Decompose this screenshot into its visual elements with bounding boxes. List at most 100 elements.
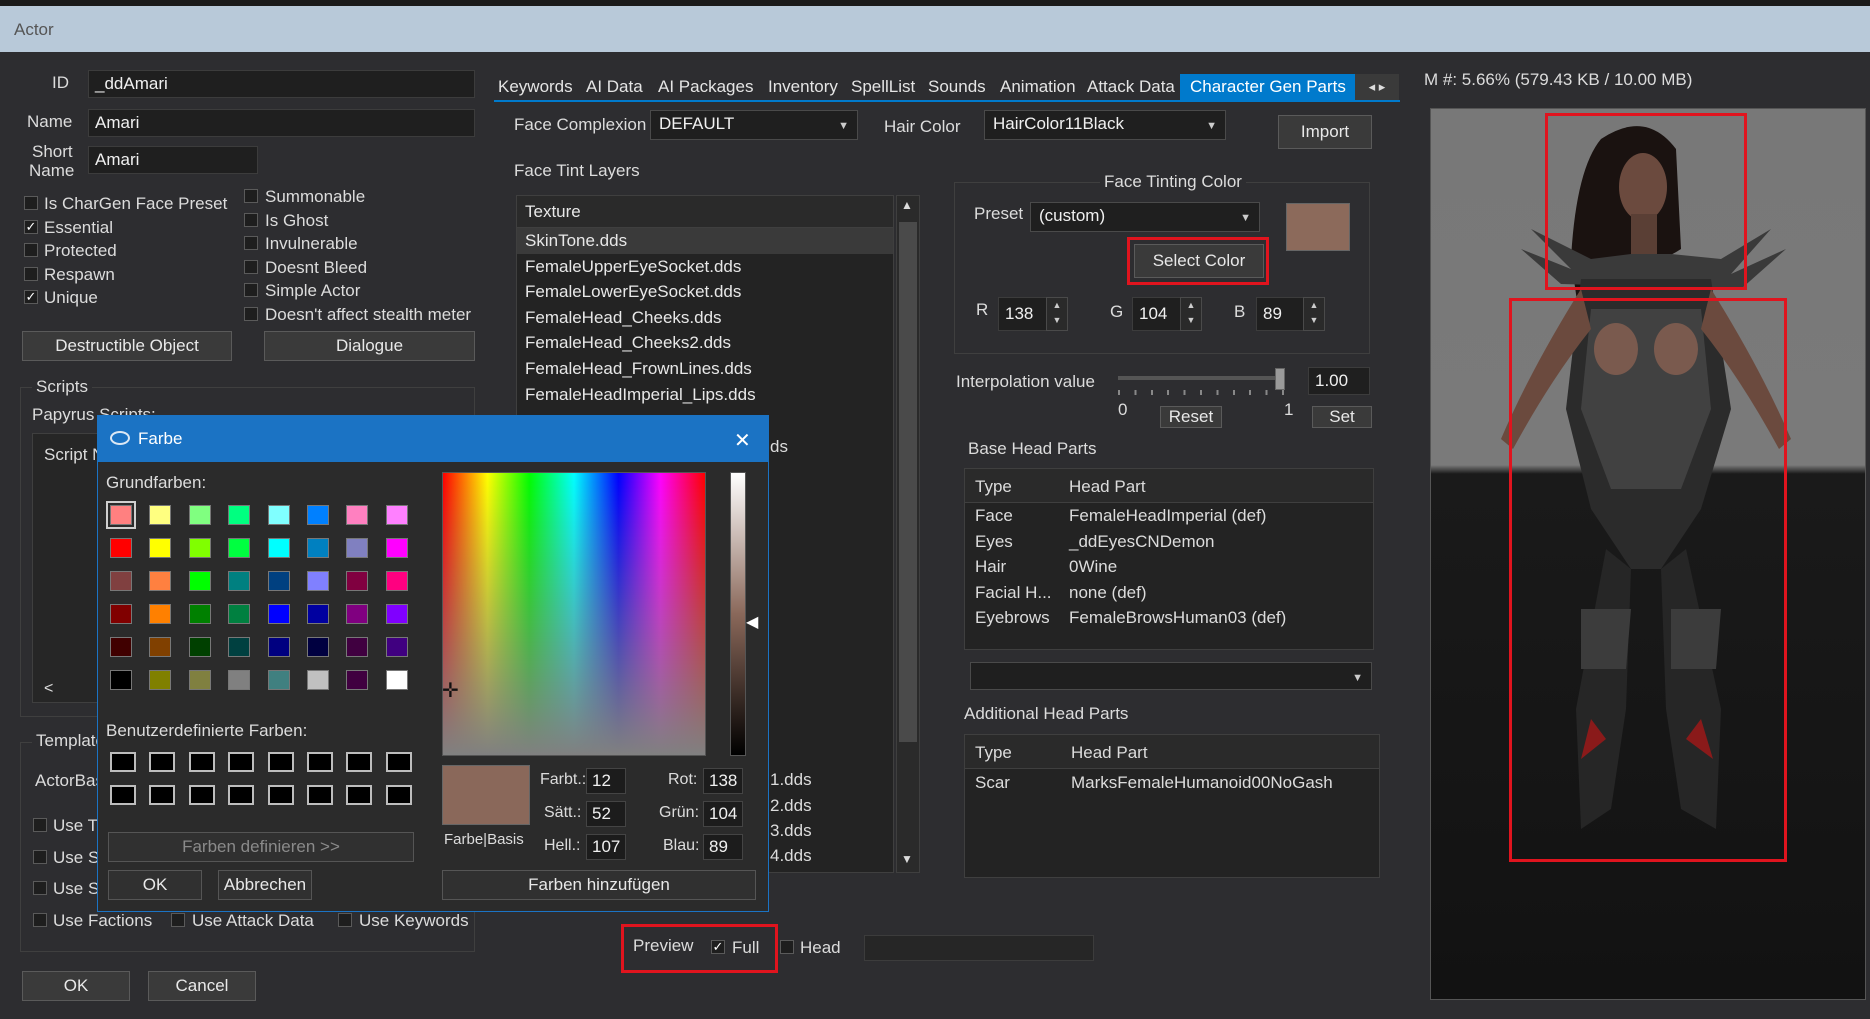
import-button[interactable]: Import (1278, 115, 1372, 149)
preview-viewport[interactable] (1430, 108, 1866, 1000)
scripts-list[interactable] (32, 433, 102, 703)
table-row[interactable]: Eyes _ddEyesCNDemon (965, 529, 1373, 555)
b-spinner[interactable]: ▲ ▼ (1303, 297, 1325, 331)
r-spinner[interactable]: ▲ ▼ (1046, 297, 1068, 331)
texture-row[interactable]: FemaleHead_Cheeks.dds (517, 305, 893, 331)
basic-color-swatch[interactable] (149, 604, 172, 624)
full-checkbox[interactable]: ✓ (711, 940, 725, 954)
g-spinner[interactable]: ▲ ▼ (1180, 297, 1202, 331)
custom-color-swatch[interactable] (307, 752, 333, 772)
table-row[interactable]: Eyebrows FemaleBrowsHuman03 (def) (965, 605, 1373, 631)
basic-color-swatch[interactable] (110, 670, 132, 690)
use-attack-data-checkbox[interactable] (171, 913, 185, 927)
tint-color-preview[interactable] (1286, 203, 1350, 251)
reset-button[interactable]: Reset (1160, 406, 1222, 428)
basic-color-swatch[interactable] (346, 670, 369, 690)
tab-inventory[interactable]: Inventory (768, 74, 838, 100)
scroll-down-icon[interactable]: ▼ (901, 852, 913, 866)
interpolation-field[interactable]: 1.00 (1308, 367, 1370, 395)
custom-color-swatch[interactable] (267, 752, 294, 772)
custom-color-swatch[interactable] (385, 785, 412, 805)
basic-color-swatch[interactable] (149, 637, 172, 657)
custom-color-swatch[interactable] (188, 752, 215, 772)
interpolation-slider-thumb[interactable] (1275, 368, 1285, 390)
blue-field[interactable]: 89 (703, 834, 743, 860)
basic-color-swatch[interactable] (307, 538, 329, 558)
basic-color-swatch[interactable] (267, 670, 290, 690)
destructible-object-button[interactable]: Destructible Object (22, 331, 232, 361)
texture-row[interactable]: FemaleUpperEyeSocket.dds (517, 254, 893, 280)
r-field[interactable]: 138 (998, 297, 1048, 331)
color-spectrum[interactable] (442, 472, 706, 756)
hue-field[interactable]: 12 (586, 768, 626, 794)
basic-color-swatch[interactable] (267, 571, 290, 591)
basic-color-swatch[interactable] (385, 571, 408, 591)
basic-color-swatch[interactable] (346, 604, 369, 624)
use-keywords-checkbox[interactable] (338, 913, 352, 927)
dialog-ok-button[interactable]: OK (108, 870, 202, 900)
flag-checkbox[interactable]: ✓ (24, 290, 38, 305)
basic-color-swatch[interactable] (188, 505, 211, 525)
flag-checkbox[interactable] (24, 266, 38, 281)
use-checkbox-3[interactable] (33, 881, 47, 895)
tab-character-gen-parts[interactable]: Character Gen Parts (1180, 74, 1356, 100)
basic-color-swatch[interactable] (307, 670, 329, 690)
face-complexion-dropdown[interactable]: DEFAULT ▼ (650, 110, 858, 140)
additional-head-parts-table[interactable]: Type Head Part Scar MarksFemaleHumanoid00… (964, 734, 1380, 878)
sat-field[interactable]: 52 (586, 801, 626, 827)
table-row[interactable]: Facial H... none (def) (965, 580, 1373, 606)
basic-color-swatch[interactable] (228, 571, 251, 591)
flag-checkbox[interactable]: ✓ (24, 219, 38, 234)
luminance-slider[interactable] (730, 472, 746, 756)
basic-color-swatch[interactable] (346, 505, 369, 525)
texture-row[interactable]: FemaleHead_FrownLines.dds (517, 356, 893, 382)
basic-color-swatch[interactable] (228, 637, 251, 657)
basic-color-swatch[interactable] (228, 604, 251, 624)
custom-color-swatch[interactable] (267, 785, 294, 805)
green-field[interactable]: 104 (703, 801, 743, 827)
tab-animation[interactable]: Animation (1000, 74, 1076, 100)
id-field[interactable]: _ddAmari (88, 70, 475, 98)
texture-row[interactable]: SkinTone.dds (517, 228, 893, 254)
flag-checkbox[interactable] (24, 196, 38, 210)
basic-color-swatch[interactable] (267, 538, 290, 558)
basic-color-swatch[interactable] (346, 538, 369, 558)
tab-spelllist[interactable]: SpellList (851, 74, 915, 100)
basic-color-swatch[interactable] (385, 538, 408, 558)
dialog-cancel-button[interactable]: Abbrechen (218, 870, 312, 900)
interpolation-slider-track[interactable] (1118, 376, 1284, 380)
lum-field[interactable]: 107 (586, 834, 626, 860)
basic-color-swatch[interactable] (385, 505, 408, 525)
basic-color-swatch[interactable] (307, 604, 329, 624)
basic-color-swatch[interactable] (385, 670, 408, 690)
scroll-left-icon[interactable]: < (44, 680, 53, 698)
use-checkbox-2[interactable] (33, 850, 47, 864)
flag-checkbox[interactable] (244, 259, 258, 274)
basic-color-swatch[interactable] (385, 637, 408, 657)
texture-scroll-thumb[interactable] (899, 222, 917, 742)
basic-color-swatch[interactable] (110, 637, 132, 657)
head-part-dropdown[interactable]: ▼ (970, 662, 1372, 690)
texture-row[interactable]: FemaleHeadImperial_Lips.dds (517, 382, 893, 408)
texture-row[interactable]: FemaleLowerEyeSocket.dds (517, 279, 893, 305)
custom-color-swatch[interactable] (228, 785, 255, 805)
basic-color-swatch[interactable] (228, 538, 251, 558)
flag-checkbox[interactable] (24, 243, 38, 258)
basic-color-swatch[interactable] (149, 670, 172, 690)
basic-color-swatch[interactable] (267, 637, 290, 657)
basic-color-swatch[interactable] (188, 538, 211, 558)
custom-color-swatch[interactable] (307, 785, 333, 805)
basic-color-swatch[interactable] (267, 604, 290, 624)
texture-row[interactable]: FemaleHead_Cheeks2.dds (517, 330, 893, 356)
flag-checkbox[interactable] (244, 307, 258, 321)
use-checkbox-1[interactable] (33, 818, 47, 832)
cancel-button[interactable]: Cancel (148, 971, 256, 1001)
basic-color-swatch[interactable] (110, 538, 132, 558)
flag-checkbox[interactable] (244, 212, 258, 227)
set-button[interactable]: Set (1312, 406, 1372, 428)
preset-dropdown[interactable]: (custom) ▼ (1030, 202, 1260, 232)
basic-color-swatch[interactable] (149, 505, 172, 525)
select-color-button[interactable]: Select Color (1134, 244, 1264, 278)
basic-color-swatch[interactable] (307, 571, 329, 591)
custom-color-swatch[interactable] (149, 785, 176, 805)
